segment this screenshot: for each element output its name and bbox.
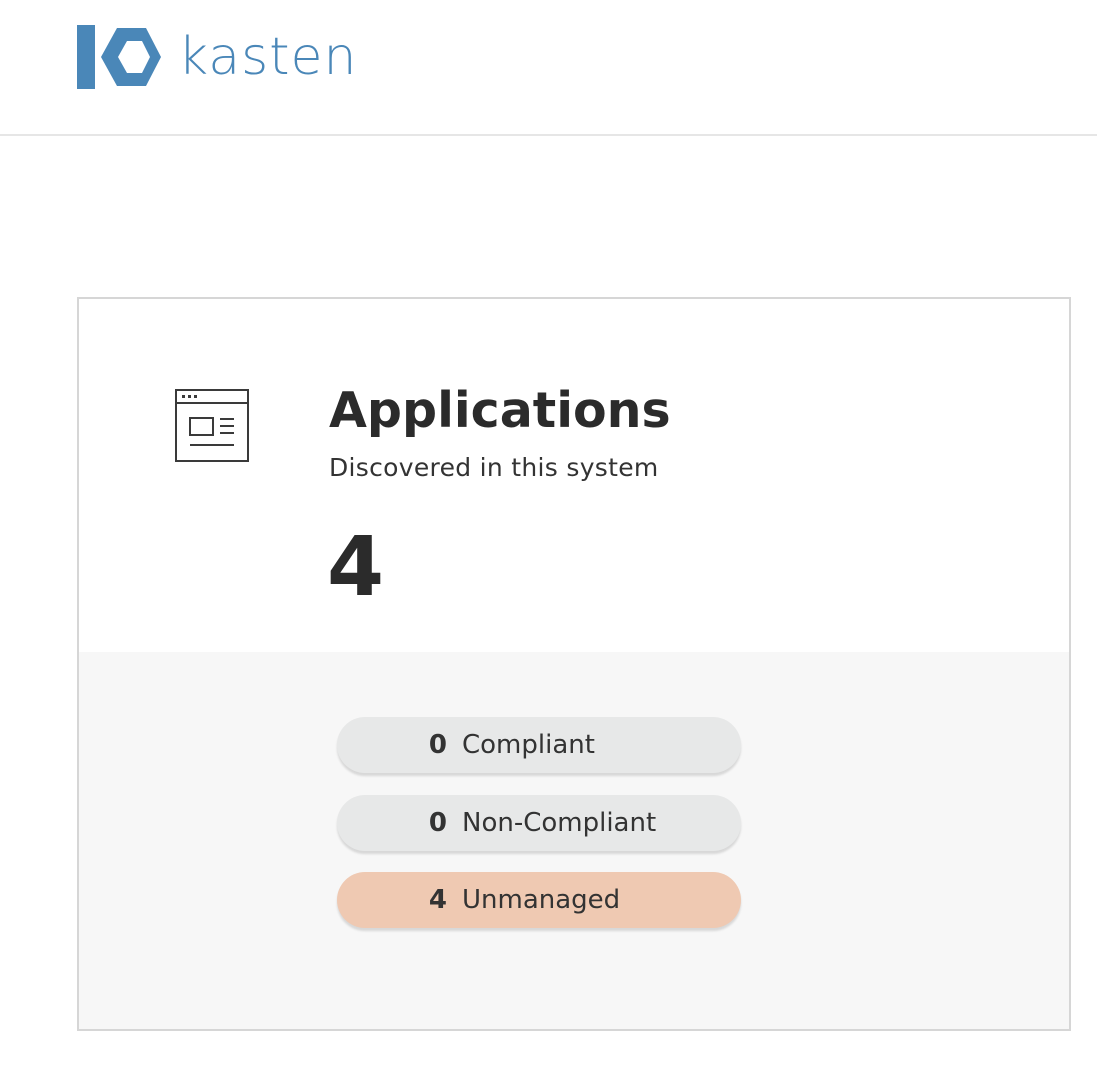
header: kasten <box>0 0 1097 136</box>
card-title: Applications <box>329 382 671 439</box>
unmanaged-label: Unmanaged <box>462 885 621 915</box>
kasten-logo[interactable]: kasten <box>77 25 358 89</box>
applications-count: 4 <box>327 520 385 615</box>
card-summary: Applications Discovered in this system 4 <box>79 299 1069 652</box>
brand-name: kasten <box>178 27 358 87</box>
card-status-section: 0 Compliant 0 Non-Compliant 4 Unmanaged <box>79 652 1069 1029</box>
application-window-icon <box>175 389 249 462</box>
unmanaged-count: 4 <box>428 885 447 915</box>
compliant-status-button[interactable]: 0 Compliant <box>337 717 741 773</box>
unmanaged-status-button[interactable]: 4 Unmanaged <box>337 872 741 928</box>
compliant-count: 0 <box>428 730 447 760</box>
kasten-logo-icon <box>77 25 161 89</box>
compliant-label: Compliant <box>462 730 595 760</box>
non-compliant-count: 0 <box>428 808 447 838</box>
card-subtitle: Discovered in this system <box>329 453 659 482</box>
non-compliant-status-button[interactable]: 0 Non-Compliant <box>337 795 741 851</box>
applications-card[interactable]: Applications Discovered in this system 4… <box>77 297 1071 1031</box>
page: kasten Applications Discovered in this s… <box>0 0 1097 1069</box>
non-compliant-label: Non-Compliant <box>462 808 657 838</box>
